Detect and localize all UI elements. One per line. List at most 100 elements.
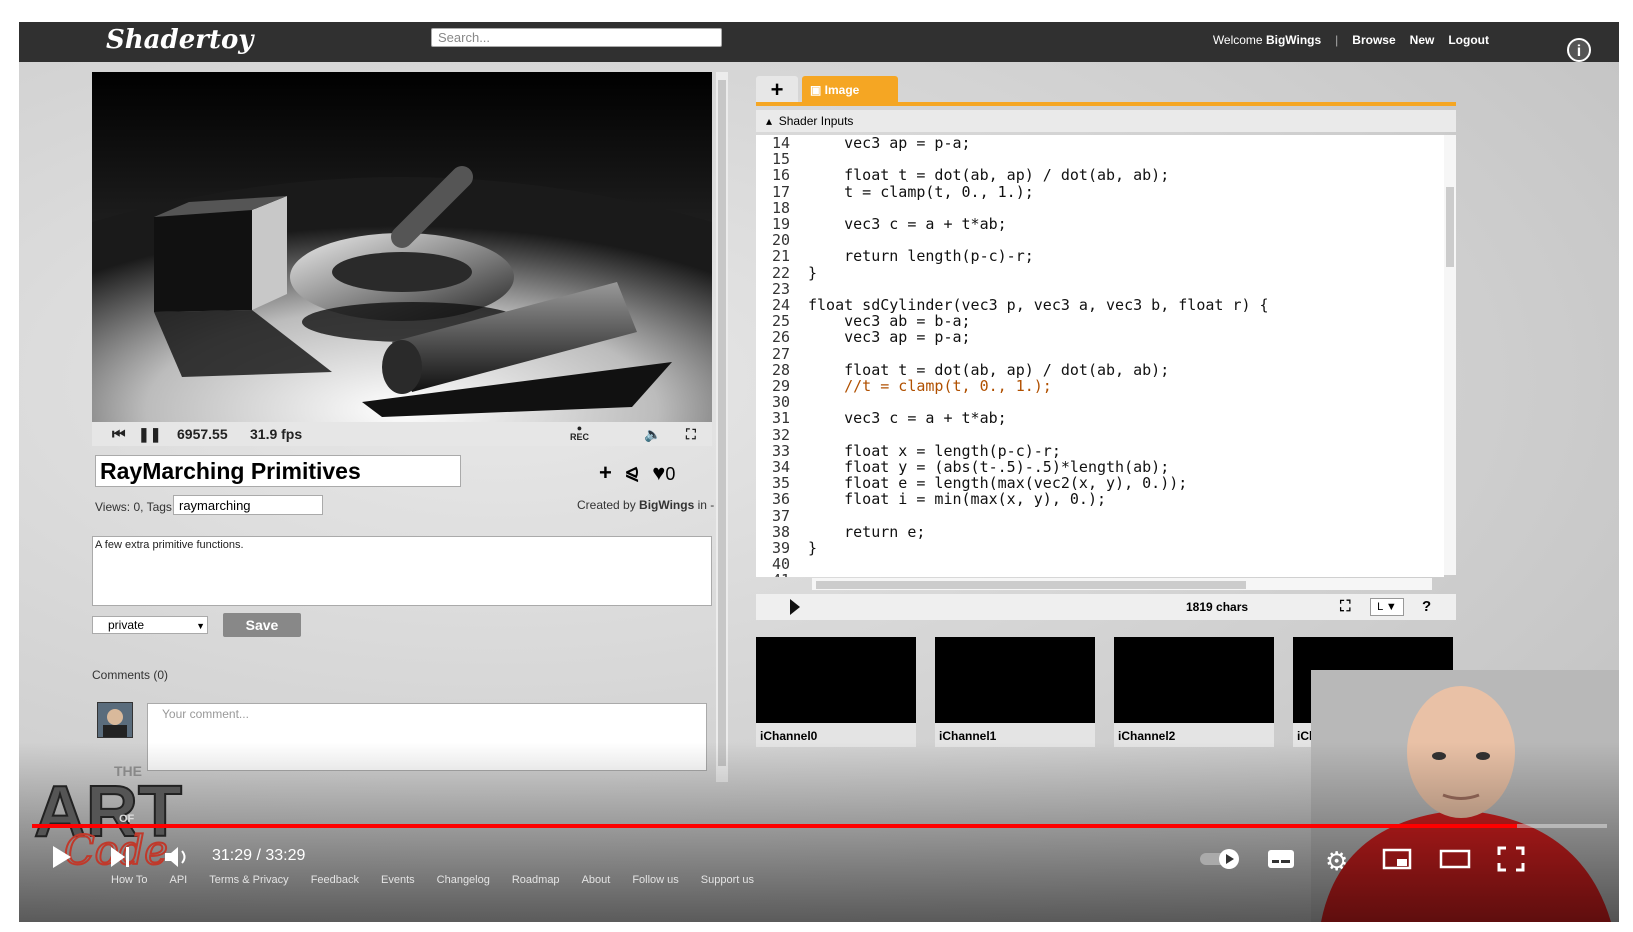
play-icon[interactable] <box>51 844 73 875</box>
code-line[interactable]: 24 float sdCylinder(vec3 p, vec3 a, vec3 … <box>756 297 1444 313</box>
channel-slot-2[interactable]: iChannel2 <box>1114 637 1274 747</box>
author-link[interactable]: BigWings <box>639 498 694 512</box>
compile-play-icon[interactable] <box>790 599 800 615</box>
code-line[interactable]: 16 float t = dot(ab, ap) / dot(ab, ab); <box>756 167 1444 183</box>
footer-link[interactable]: Support us <box>701 874 754 886</box>
video-progress-bar[interactable] <box>32 824 1607 828</box>
code-line[interactable]: 28 float t = dot(ab, ap) / dot(ab, ab); <box>756 362 1444 378</box>
shadertoy-logo[interactable]: Shadertoy <box>106 25 253 55</box>
miniplayer-icon[interactable] <box>1382 848 1412 875</box>
code-line[interactable]: 23 <box>756 281 1444 297</box>
code-area[interactable]: 14 vec3 ap = p-a; 15 16 float t = dot(ab, … <box>756 135 1444 577</box>
footer-link[interactable]: Roadmap <box>512 874 560 886</box>
fullscreen-icon[interactable] <box>1497 846 1525 877</box>
code-text: float y = (abs(t-.5)-.5)*length(ab); <box>808 458 1170 476</box>
nav-username[interactable]: BigWings <box>1266 33 1321 47</box>
code-line[interactable]: 15 <box>756 151 1444 167</box>
expand-icon[interactable]: ⛶ <box>1340 598 1351 615</box>
autoplay-toggle-icon[interactable] <box>1199 848 1243 875</box>
channel-preview[interactable] <box>1114 637 1274 723</box>
add-icon[interactable]: + <box>599 460 612 486</box>
code-line[interactable]: 35 float e = length(max(vec2(x, y), 0.))… <box>756 475 1444 491</box>
rewind-icon[interactable]: ⏮ <box>112 426 126 443</box>
code-vertical-thumb[interactable] <box>1446 187 1454 267</box>
add-tab-button[interactable]: + <box>756 76 798 104</box>
left-scrollbar-thumb[interactable] <box>718 80 726 766</box>
footer-link[interactable]: API <box>169 874 187 886</box>
code-line[interactable]: 36 float i = min(max(x, y), 0.); <box>756 491 1444 507</box>
channel-preview[interactable] <box>756 637 916 723</box>
video-progress-played <box>32 824 1518 828</box>
code-line[interactable]: 30 <box>756 394 1444 410</box>
theater-mode-icon[interactable] <box>1439 848 1471 875</box>
code-line[interactable]: 31 vec3 c = a + t*ab; <box>756 410 1444 426</box>
nav-new-link[interactable]: New <box>1410 33 1435 47</box>
footer-link[interactable]: About <box>582 874 611 886</box>
search-input[interactable]: Search... <box>431 28 722 47</box>
share-icon[interactable]: ⪨ <box>626 460 638 486</box>
code-line[interactable]: 29 //t = clamp(t, 0., 1.); <box>756 378 1444 394</box>
footer-link[interactable]: Feedback <box>311 874 359 886</box>
shader-title-input[interactable]: RayMarching Primitives <box>95 455 461 487</box>
code-line[interactable]: 38 return e; <box>756 524 1444 540</box>
channel-preview[interactable] <box>935 637 1095 723</box>
settings-gear-icon[interactable]: ⚙ <box>1325 846 1348 877</box>
language-select[interactable]: L ▼ <box>1370 598 1404 616</box>
tags-input[interactable]: raymarching <box>173 495 323 515</box>
subtitles-icon[interactable] <box>1267 848 1295 875</box>
code-line[interactable]: 19 vec3 c = a + t*ab; <box>756 216 1444 232</box>
volume-icon[interactable]: 🔈 <box>644 426 661 443</box>
footer-link[interactable]: Events <box>381 874 415 886</box>
fullscreen-icon[interactable]: ⛶ <box>686 426 696 443</box>
code-line[interactable]: 34 float y = (abs(t-.5)-.5)*length(ab); <box>756 459 1444 475</box>
line-number: 21 <box>771 247 790 266</box>
like-button[interactable]: ♥0 <box>652 460 675 486</box>
line-number: 31 <box>771 409 790 428</box>
visibility-value: private <box>108 618 145 632</box>
record-button[interactable]: ● REC <box>570 424 589 442</box>
code-line[interactable]: 20 <box>756 232 1444 248</box>
code-horizontal-scrollbar[interactable] <box>812 578 1432 590</box>
code-line[interactable]: 18 <box>756 200 1444 216</box>
code-line[interactable]: 27 <box>756 346 1444 362</box>
code-line[interactable]: 37 <box>756 508 1444 524</box>
nav-logout-link[interactable]: Logout <box>1448 33 1489 47</box>
footer-link[interactable]: How To <box>111 874 147 886</box>
code-line[interactable]: 25 vec3 ab = b-a; <box>756 313 1444 329</box>
channel-slot-1[interactable]: iChannel1 <box>935 637 1095 747</box>
footer-link[interactable]: Changelog <box>437 874 490 886</box>
left-scrollbar[interactable] <box>716 72 728 782</box>
code-line[interactable]: 22} <box>756 265 1444 281</box>
code-line[interactable]: 32 <box>756 427 1444 443</box>
next-icon[interactable] <box>109 844 131 875</box>
code-horizontal-thumb[interactable] <box>816 581 1246 589</box>
shader-canvas[interactable] <box>92 72 712 422</box>
code-line[interactable]: 17 t = clamp(t, 0., 1.); <box>756 184 1444 200</box>
code-line[interactable]: 33 float x = length(p-c)-r; <box>756 443 1444 459</box>
code-line[interactable]: 39} <box>756 540 1444 556</box>
shader-inputs-toggle[interactable]: ▴ Shader Inputs <box>756 110 1456 132</box>
volume-icon[interactable] <box>163 844 191 875</box>
help-icon[interactable]: ? <box>1422 598 1431 615</box>
code-line[interactable]: 14 vec3 ap = p-a; <box>756 135 1444 151</box>
pause-icon[interactable]: ❚❚ <box>138 426 161 443</box>
info-icon[interactable]: i <box>1567 38 1591 62</box>
visibility-select[interactable]: private ▼ <box>92 616 208 634</box>
save-button[interactable]: Save <box>223 613 301 637</box>
description-input[interactable]: A few extra primitive functions. <box>92 536 712 606</box>
code-editor: + ▣ Image ▴ Shader Inputs 14 vec3 ap = p… <box>756 72 1456 620</box>
nav-browse-link[interactable]: Browse <box>1352 33 1395 47</box>
line-number: 40 <box>771 555 790 574</box>
footer-link[interactable]: Follow us <box>632 874 678 886</box>
code-line[interactable]: 26 vec3 ap = p-a; <box>756 329 1444 345</box>
code-text: float x = length(p-c)-r; <box>808 441 1061 460</box>
code-line[interactable]: 21 return length(p-c)-r; <box>756 248 1444 264</box>
code-text: float sdCylinder(vec3 p, vec3 a, vec3 b,… <box>808 296 1269 314</box>
footer-link[interactable]: Terms & Privacy <box>209 874 288 886</box>
line-number: 37 <box>771 506 790 525</box>
tab-image[interactable]: ▣ Image <box>802 76 898 104</box>
channel-slot-0[interactable]: iChannel0 <box>756 637 916 747</box>
code-vertical-scrollbar[interactable] <box>1444 135 1456 575</box>
code-line[interactable]: 40 <box>756 556 1444 572</box>
code-line[interactable]: 41 <box>756 572 1444 577</box>
